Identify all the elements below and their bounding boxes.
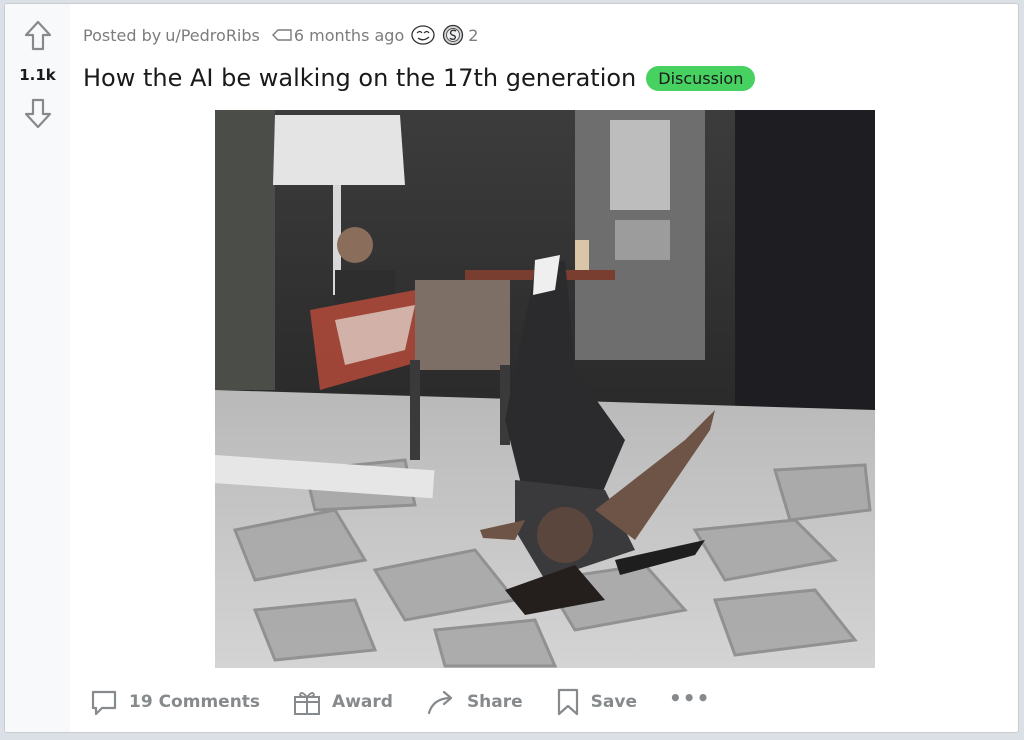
award-label: Award [332, 692, 393, 712]
share-label: Share [466, 692, 523, 712]
comment-bubble-icon [91, 690, 117, 716]
award-count: 2 [468, 25, 479, 45]
upvote-arrow-icon [24, 20, 52, 51]
comments-button[interactable]: 19 Comments [89, 687, 260, 717]
post-card[interactable]: 1.1k Posted by u/PedroRibs 6 months ago [4, 3, 1019, 733]
author-link[interactable]: u/PedroRibs [165, 26, 260, 45]
bookmark-icon [557, 688, 578, 716]
link-tag-icon [271, 29, 292, 41]
more-dots-icon: ••• [669, 686, 711, 710]
share-arrow-icon [427, 690, 453, 715]
title-row: How the AI be walking on the 17th genera… [83, 64, 756, 92]
post-meta: Posted by u/PedroRibs 6 months ago 2 [83, 24, 478, 46]
gift-icon [294, 692, 321, 715]
save-label: Save [590, 692, 637, 712]
flair-badge[interactable]: Discussion [646, 65, 756, 91]
upvote-button[interactable] [23, 19, 53, 53]
downvote-arrow-icon [24, 98, 52, 129]
save-button[interactable]: Save [555, 687, 637, 717]
comments-label: 19 Comments [129, 692, 261, 712]
posted-by-label: Posted by [83, 25, 162, 45]
face-award-icon[interactable] [410, 24, 436, 46]
vote-score: 1.1k [19, 66, 56, 84]
silver-award-icon[interactable] [442, 24, 464, 46]
vote-column: 1.1k [5, 4, 70, 732]
downvote-button[interactable] [23, 96, 53, 130]
award-button[interactable]: Award [292, 687, 393, 717]
video-thumbnail-icon [215, 110, 875, 668]
share-button[interactable]: Share [425, 687, 523, 717]
post-title[interactable]: How the AI be walking on the 17th genera… [83, 64, 636, 92]
post-actions: 19 Comments Award Share Save ••• [89, 684, 742, 720]
post-time[interactable]: 6 months ago [294, 26, 404, 45]
post-media-video[interactable] [215, 110, 875, 668]
more-options-button[interactable]: ••• [669, 686, 710, 710]
